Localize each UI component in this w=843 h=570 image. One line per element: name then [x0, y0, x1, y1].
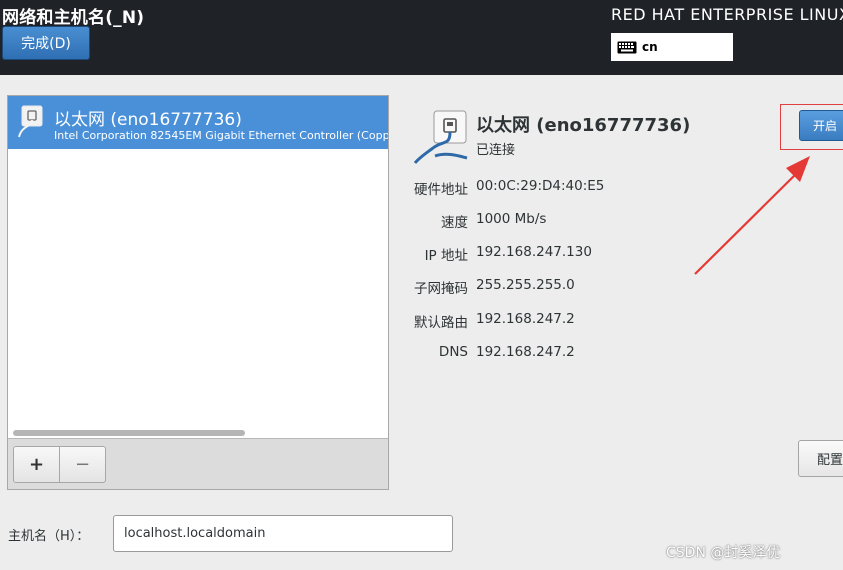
device-list: 以太网 (eno16777736) Intel Corporation 8254…	[7, 95, 389, 490]
ethernet-icon	[18, 105, 43, 138]
property-value: 192.168.247.2	[476, 344, 575, 360]
header-bar: 网络和主机名(_N) 完成(D) RED HAT ENTERPRISE LINU…	[0, 0, 843, 75]
ethernet-icon	[413, 110, 468, 164]
property-value: 255.255.255.0	[476, 277, 575, 293]
remove-device-button[interactable]: −	[59, 446, 106, 483]
scrollbar-thumb[interactable]	[13, 430, 245, 436]
property-row: 默认路由 192.168.247.2	[400, 311, 700, 331]
keyboard-icon	[617, 41, 637, 53]
horizontal-scrollbar[interactable]	[8, 426, 388, 438]
page-title: 网络和主机名(_N)	[2, 8, 145, 28]
connection-toggle-button[interactable]: 开启	[799, 110, 843, 141]
property-value: 00:0C:29:D4:40:E5	[476, 178, 605, 194]
done-button[interactable]: 完成(D)	[2, 26, 90, 60]
connection-status: 已连接	[476, 143, 516, 158]
property-label: 硬件地址	[414, 182, 468, 198]
property-label: 子网掩码	[414, 281, 468, 297]
device-name: 以太网 (eno16777736)	[54, 110, 242, 130]
property-value: 1000 Mb/s	[476, 211, 547, 227]
brand-label: RED HAT ENTERPRISE LINUX	[611, 5, 843, 24]
property-row: DNS 192.168.247.2	[400, 344, 700, 364]
configure-button[interactable]: 配置	[798, 440, 843, 477]
property-label: 默认路由	[414, 315, 468, 331]
property-label: 速度	[441, 215, 468, 231]
property-label: DNS	[438, 344, 468, 360]
property-row: 速度 1000 Mb/s	[400, 211, 700, 231]
list-toolbar: + −	[8, 438, 388, 489]
property-value: 192.168.247.2	[476, 311, 575, 327]
property-label: IP 地址	[424, 248, 468, 264]
property-row: 子网掩码 255.255.255.0	[400, 277, 700, 297]
property-row: 硬件地址 00:0C:29:D4:40:E5	[400, 178, 700, 198]
hostname-input[interactable]	[113, 515, 453, 552]
list-item[interactable]: 以太网 (eno16777736) Intel Corporation 8254…	[8, 96, 388, 149]
property-value: 192.168.247.130	[476, 244, 592, 260]
add-device-button[interactable]: +	[13, 446, 60, 483]
detail-device-name: 以太网 (eno16777736)	[476, 115, 691, 136]
property-row: IP 地址 192.168.247.130	[400, 244, 700, 264]
keyboard-layout-label: cn	[642, 40, 658, 54]
annotation-arrow-icon	[694, 156, 810, 275]
watermark: CSDN @封奚泽优	[666, 545, 781, 561]
keyboard-layout-indicator[interactable]: cn	[611, 33, 733, 61]
hostname-label: 主机名（H）：	[8, 529, 90, 544]
device-description: Intel Corporation 82545EM Gigabit Ethern…	[54, 129, 388, 142]
